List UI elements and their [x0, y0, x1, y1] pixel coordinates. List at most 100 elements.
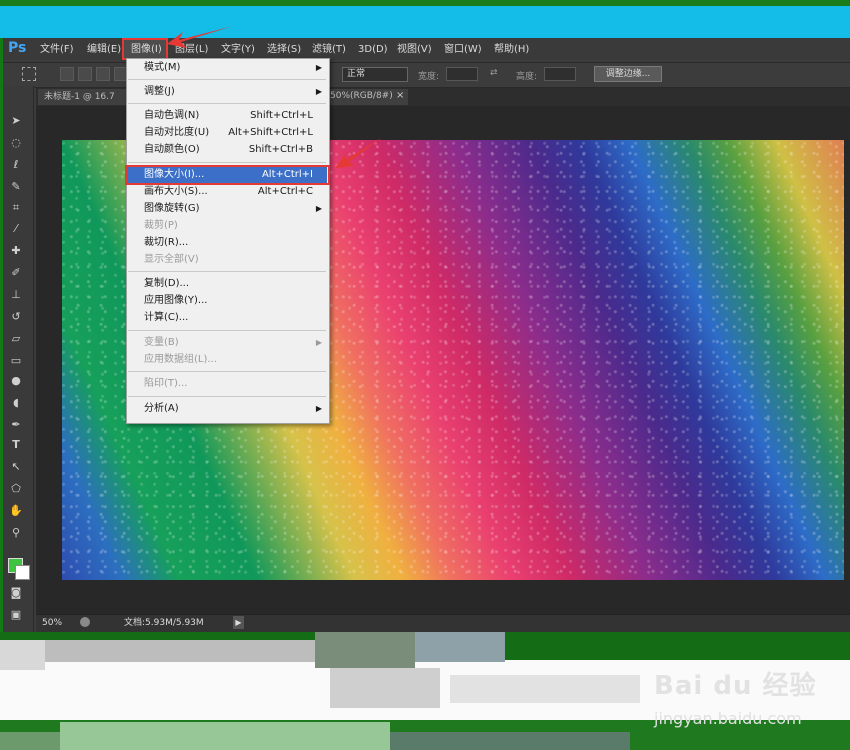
pixel-block: [330, 668, 440, 708]
healing-brush-tool-icon[interactable]: ✚: [9, 244, 23, 258]
marquee-tool-preset-icon[interactable]: [22, 67, 36, 81]
type-tool-icon[interactable]: T: [9, 438, 23, 452]
submenu-arrow-icon: ▶: [315, 338, 322, 347]
image-size-highlight-box: [125, 165, 330, 185]
pen-tool-icon[interactable]: ✒: [9, 418, 23, 432]
menu-item-label: 陷印(T)...: [144, 378, 188, 389]
menu-item-auto-tone[interactable]: 自动色调(N) Shift+Ctrl+L: [127, 108, 327, 124]
clone-stamp-tool-icon[interactable]: ⊥: [9, 288, 23, 302]
menu-item-analysis[interactable]: 分析(A) ▶: [127, 401, 327, 417]
menu-item-label: 变量(B): [144, 337, 179, 348]
menu-separator: [128, 162, 326, 163]
crop-tool-icon[interactable]: ⌗: [9, 201, 23, 215]
menu-item-calculations[interactable]: 计算(C)...: [127, 310, 327, 326]
menu-window[interactable]: 窗口(W): [444, 43, 482, 57]
hand-tool-icon[interactable]: ✋: [9, 504, 23, 518]
menu-item-label: 复制(D)...: [144, 278, 190, 289]
add-to-selection-icon[interactable]: [78, 67, 92, 81]
shape-tool-icon[interactable]: ⬠: [9, 482, 23, 496]
menu-item-image-rotation[interactable]: 图像旋转(G) ▶: [127, 201, 327, 217]
subtract-selection-icon[interactable]: [96, 67, 110, 81]
menu-file[interactable]: 文件(F): [40, 43, 74, 57]
menu-separator: [128, 396, 326, 397]
menu-item-shortcut: Alt+Shift+Ctrl+L: [228, 127, 313, 138]
marquee-tool-icon[interactable]: ◌: [9, 136, 23, 150]
menu-separator: [128, 371, 326, 372]
zoom-tool-icon[interactable]: ⚲: [9, 526, 23, 540]
new-selection-icon[interactable]: [60, 67, 74, 81]
close-tab-icon[interactable]: ×: [396, 90, 404, 101]
eraser-tool-icon[interactable]: ▱: [9, 332, 23, 346]
menu-item-trim[interactable]: 裁切(R)...: [127, 235, 327, 251]
menu-item-auto-contrast[interactable]: 自动对比度(U) Alt+Shift+Ctrl+L: [127, 125, 327, 141]
menu-item-label: 图像旋转(G): [144, 203, 200, 214]
pixel-block: [390, 732, 630, 750]
watermark-url: jingyan.baidu.com: [654, 709, 802, 728]
red-annotation-arrow-icon: [167, 26, 233, 48]
gradient-tool-icon[interactable]: ▭: [9, 354, 23, 368]
swap-icon[interactable]: ⇄: [490, 68, 498, 78]
menu-item-canvas-size[interactable]: 画布大小(S)... Alt+Ctrl+C: [127, 184, 327, 200]
quick-mask-icon[interactable]: ◙: [9, 586, 23, 600]
history-brush-tool-icon[interactable]: ↺: [9, 310, 23, 324]
menu-item-label: 自动对比度(U): [144, 127, 210, 138]
status-info-icon: [80, 617, 90, 627]
red-annotation-arrow-icon: [335, 138, 381, 168]
menu-item-shortcut: Shift+Ctrl+L: [250, 110, 313, 121]
menu-item-reveal-all: 显示全部(V): [127, 252, 327, 268]
menu-help[interactable]: 帮助(H): [494, 43, 529, 57]
background-color-swatch[interactable]: [15, 565, 30, 580]
width-input[interactable]: [446, 67, 478, 81]
dodge-tool-icon[interactable]: ◖: [9, 396, 23, 410]
menu-separator: [128, 271, 326, 272]
document-tab-title: 未标题-1 @ 16.7: [44, 92, 115, 102]
refine-edge-button[interactable]: 调整边缘...: [594, 66, 662, 82]
menu-item-auto-color[interactable]: 自动颜色(O) Shift+Ctrl+B: [127, 142, 327, 158]
quick-select-tool-icon[interactable]: ✎: [9, 180, 23, 194]
menu-3d[interactable]: 3D(D): [358, 43, 388, 57]
pixel-block: [60, 722, 390, 750]
menu-separator: [128, 330, 326, 331]
menu-item-label: 应用数据组(L)...: [144, 354, 217, 365]
menu-separator: [128, 79, 326, 80]
menu-select[interactable]: 选择(S): [267, 43, 301, 57]
eyedropper-tool-icon[interactable]: ⁄: [9, 222, 23, 236]
menu-item-label: 模式(M): [144, 62, 181, 73]
menu-item-mode[interactable]: 模式(M) ▶: [127, 60, 327, 76]
screen-mode-icon[interactable]: ▣: [9, 608, 23, 622]
blur-tool-icon[interactable]: ●: [9, 374, 23, 388]
menu-item-duplicate[interactable]: 复制(D)...: [127, 276, 327, 292]
menu-item-variables: 变量(B) ▶: [127, 335, 327, 351]
width-label: 宽度:: [418, 72, 440, 82]
menu-item-trap: 陷印(T)...: [127, 376, 327, 392]
menu-item-label: 画布大小(S)...: [144, 186, 208, 197]
pixel-block: [45, 640, 315, 662]
submenu-arrow-icon: ▶: [315, 204, 322, 213]
menu-image[interactable]: 图像(I): [131, 43, 162, 57]
lasso-tool-icon[interactable]: ℓ: [9, 158, 23, 172]
pixel-block: [415, 632, 505, 662]
ps-logo: Ps: [8, 40, 27, 56]
move-tool-icon[interactable]: ➤: [9, 114, 23, 128]
document-size-info: 文档:5.93M/5.93M: [124, 618, 204, 628]
menu-item-shortcut: Alt+Ctrl+C: [257, 186, 313, 197]
pixel-block: [450, 675, 640, 703]
path-selection-tool-icon[interactable]: ↖: [9, 460, 23, 474]
zoom-level[interactable]: 50%: [42, 616, 72, 630]
baidu-watermark: Bai du 经验 jingyan.baidu.com: [640, 665, 840, 735]
menu-filter[interactable]: 滤镜(T): [312, 43, 346, 57]
height-input[interactable]: [544, 67, 576, 81]
menu-item-adjustments[interactable]: 调整(J) ▶: [127, 84, 327, 100]
menu-item-apply-image[interactable]: 应用图像(Y)...: [127, 293, 327, 309]
menu-item-label: 自动颜色(O): [144, 144, 200, 155]
submenu-arrow-icon: ▶: [315, 404, 322, 413]
menu-item-apply-data-set: 应用数据组(L)...: [127, 352, 327, 368]
menu-edit[interactable]: 编辑(E): [87, 43, 121, 57]
status-menu-arrow-icon[interactable]: ▶: [233, 616, 244, 629]
submenu-arrow-icon: ▶: [315, 63, 322, 72]
pixel-block: [0, 732, 60, 750]
style-select[interactable]: 正常: [342, 67, 408, 82]
menu-item-crop: 裁剪(P): [127, 218, 327, 234]
menu-view[interactable]: 视图(V): [397, 43, 432, 57]
brush-tool-icon[interactable]: ✐: [9, 266, 23, 280]
